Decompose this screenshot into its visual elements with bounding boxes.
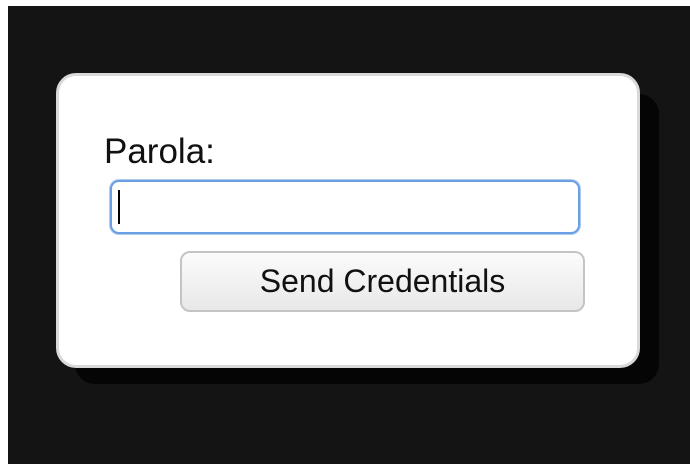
password-label: Parola: xyxy=(104,132,215,171)
text-caret xyxy=(118,190,120,224)
send-credentials-button[interactable]: Send Credentials xyxy=(180,251,585,312)
password-input[interactable] xyxy=(110,180,580,234)
